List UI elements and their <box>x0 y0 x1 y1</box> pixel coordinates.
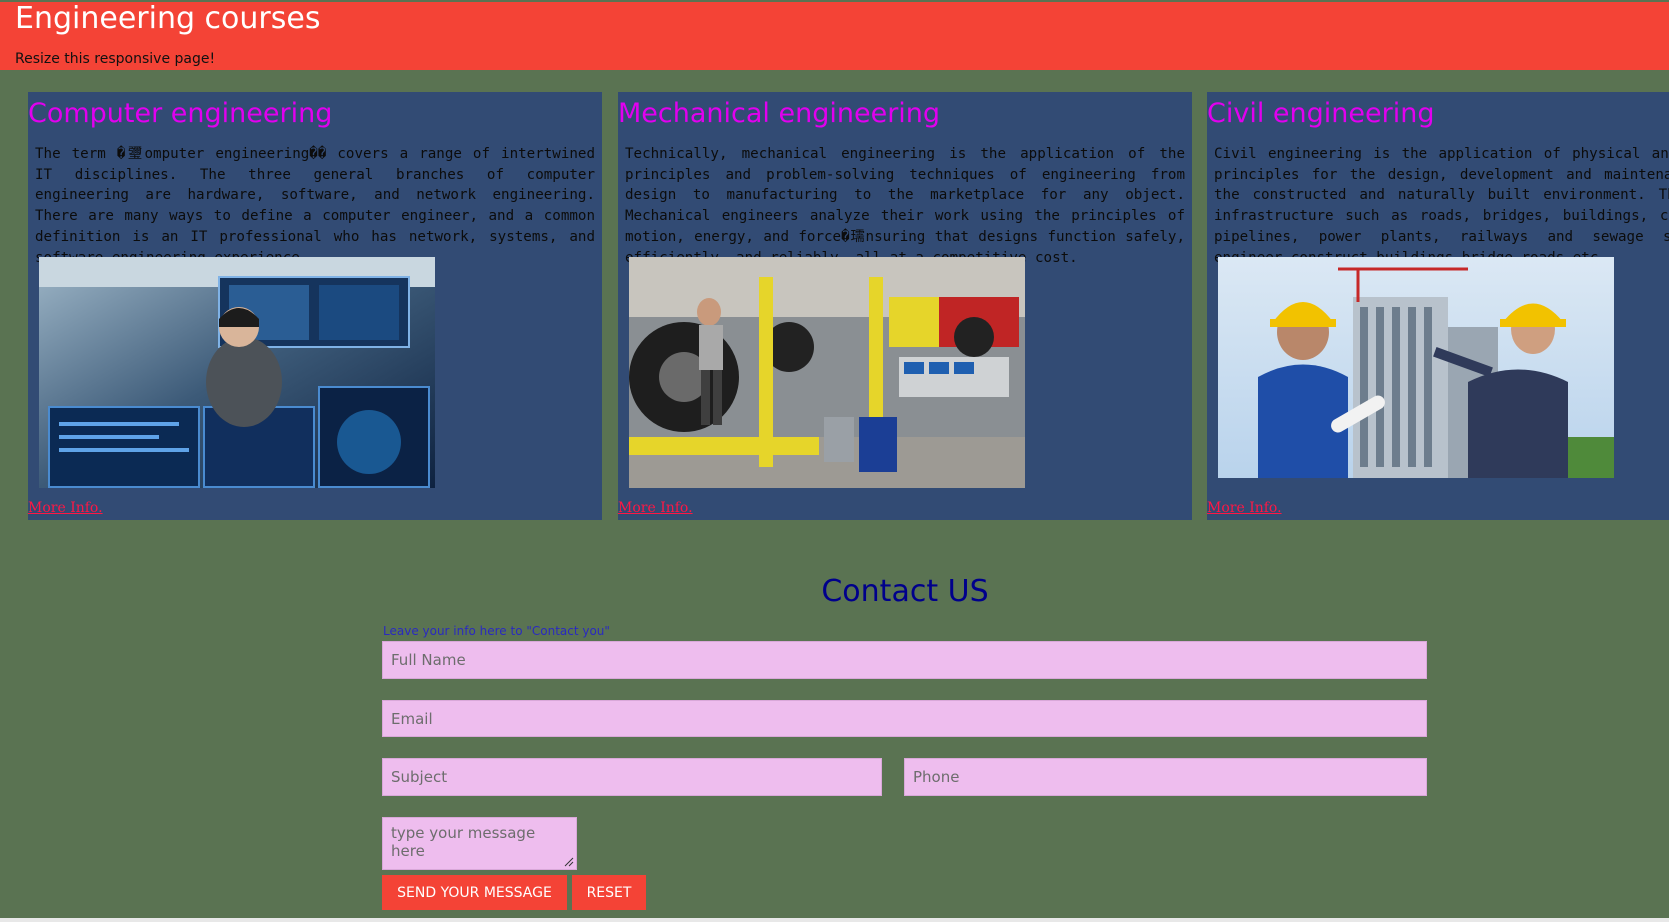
course-card-mechanical: Mechanical engineering Technically, mech… <box>618 92 1192 520</box>
subject-placeholder: Subject <box>391 768 448 786</box>
card-title: Civil engineering <box>1207 98 1435 129</box>
page-bottom-edge <box>0 918 1669 922</box>
card-text: The term �瓕omputer engineering�� covers … <box>35 146 595 266</box>
email-placeholder: Email <box>391 709 433 728</box>
subject-input[interactable]: Subject <box>382 758 882 796</box>
civil-engineering-photo <box>1218 257 1614 478</box>
course-card-civil: Civil engineering Civil engineering is t… <box>1207 92 1669 520</box>
phone-input[interactable]: Phone <box>904 758 1427 796</box>
page-subtitle: Resize this responsive page! <box>15 51 216 67</box>
card-text: Technically, mechanical engineering is t… <box>625 146 1185 266</box>
contact-title: Contact US <box>821 574 989 609</box>
mechanical-engineering-photo <box>629 257 1025 488</box>
more-info-link[interactable]: More Info. <box>28 500 103 516</box>
message-placeholder: type your message here <box>391 824 536 860</box>
reset-button[interactable]: RESET <box>572 875 646 910</box>
page-header: Engineering courses Resize this responsi… <box>0 2 1669 70</box>
card-text: Civil engineering is the application of … <box>1214 146 1669 266</box>
phone-placeholder: Phone <box>913 768 960 786</box>
send-message-button[interactable]: SEND YOUR MESSAGE <box>382 875 567 910</box>
full-name-placeholder: Full Name <box>391 651 466 669</box>
course-card-computer: Computer engineering The term �瓕omputer … <box>28 92 602 520</box>
computer-engineering-photo <box>39 257 435 488</box>
message-textarea[interactable]: type your message here <box>382 817 577 870</box>
more-info-link[interactable]: More Info. <box>618 500 693 516</box>
card-title: Mechanical engineering <box>618 98 941 129</box>
full-name-input[interactable]: Full Name <box>382 641 1427 679</box>
email-input[interactable]: Email <box>382 700 1427 737</box>
more-info-link[interactable]: More Info. <box>1207 500 1282 516</box>
page-title: Engineering courses <box>15 1 321 36</box>
card-title: Computer engineering <box>28 98 333 129</box>
contact-form-label: Leave your info here to "Contact you" <box>383 624 610 638</box>
resize-grip-icon[interactable] <box>564 857 574 867</box>
